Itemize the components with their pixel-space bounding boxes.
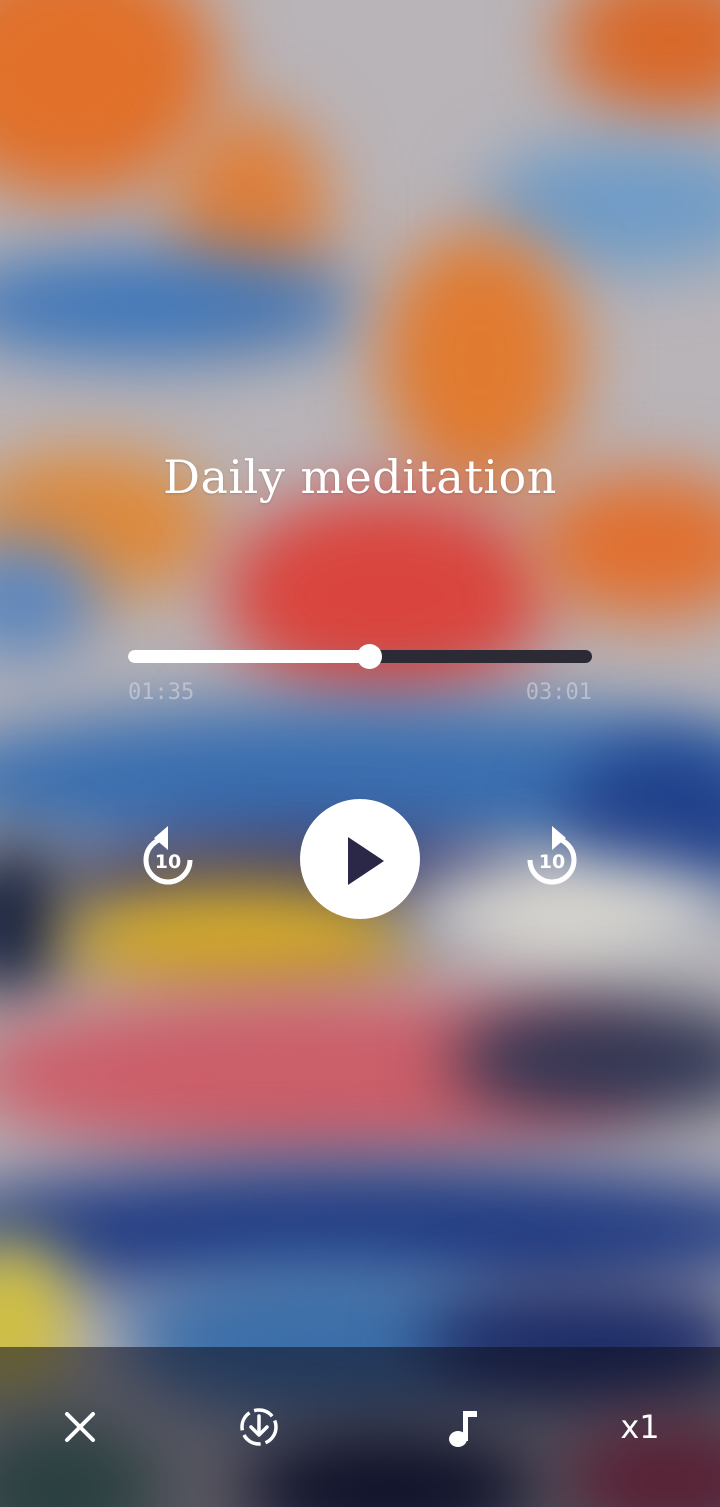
music-button[interactable] xyxy=(430,1395,494,1459)
skip-back-button[interactable]: 10 xyxy=(130,822,206,898)
skip-forward-button[interactable]: 10 xyxy=(514,822,590,898)
progress-thumb[interactable] xyxy=(357,644,382,669)
playback-speed-button[interactable]: x1 xyxy=(608,1395,672,1459)
music-note-icon xyxy=(449,1411,477,1447)
replay-10-icon: 10 xyxy=(143,826,193,885)
progress-slider[interactable] xyxy=(128,644,592,669)
progress-fill xyxy=(128,650,369,663)
play-button[interactable] xyxy=(300,799,420,919)
track-title: Daily meditation xyxy=(163,450,557,504)
download-icon xyxy=(240,1408,278,1446)
download-button[interactable] xyxy=(227,1395,291,1459)
playback-speed-label: x1 xyxy=(620,1408,660,1446)
play-icon xyxy=(348,837,384,885)
forward-10-icon: 10 xyxy=(527,826,577,885)
background-artwork xyxy=(0,0,720,1507)
skip-forward-seconds: 10 xyxy=(539,851,565,873)
close-icon xyxy=(65,1412,95,1442)
skip-back-seconds: 10 xyxy=(155,851,181,873)
close-button[interactable] xyxy=(48,1395,112,1459)
total-duration: 03:01 xyxy=(525,680,592,705)
elapsed-time: 01:35 xyxy=(128,680,195,705)
